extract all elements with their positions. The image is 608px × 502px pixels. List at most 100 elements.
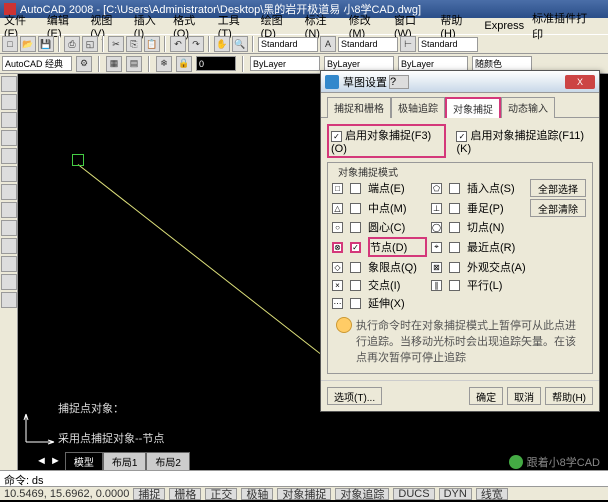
ellipse-tool-icon[interactable] [1, 202, 17, 218]
snap-toggle[interactable]: 捕捉 [133, 488, 165, 500]
grid-toggle[interactable]: 栅格 [169, 488, 201, 500]
spline-tool-icon[interactable] [1, 184, 17, 200]
workspace-combo[interactable]: AutoCAD 经典 [2, 56, 72, 71]
ducs-toggle[interactable]: DUCS [393, 488, 434, 500]
intersect-checkbox[interactable] [350, 280, 361, 291]
text-icon[interactable]: A [320, 36, 336, 52]
intersect-label: 交点(I) [368, 277, 427, 293]
enable-osnap-checkbox[interactable]: ✓ [331, 131, 342, 142]
cut-icon[interactable]: ✂ [108, 36, 124, 52]
center-checkbox[interactable] [350, 222, 361, 233]
intersect-icon: × [332, 280, 343, 291]
linetype-combo[interactable]: ByLayer [324, 56, 394, 71]
node-icon: ⊗ [332, 242, 343, 253]
gear-icon[interactable]: ⚙ [76, 56, 92, 72]
ok-button[interactable]: 确定 [469, 387, 503, 405]
menu-express[interactable]: Express [484, 20, 524, 32]
dyn-toggle[interactable]: DYN [439, 488, 472, 500]
menu-other[interactable]: 标准插件打印 [532, 10, 596, 42]
enable-otrack-checkbox[interactable]: ✓ [456, 131, 467, 142]
polygon-tool-icon[interactable] [1, 112, 17, 128]
undo-icon[interactable]: ↶ [170, 36, 186, 52]
paste-icon[interactable]: 📋 [144, 36, 160, 52]
pline-tool-icon[interactable] [1, 94, 17, 110]
help-button-icon[interactable]: ? [389, 75, 409, 89]
hatch-tool-icon[interactable] [1, 220, 17, 236]
circle-tool-icon[interactable] [1, 166, 17, 182]
node-checkbox[interactable]: ✓ [350, 242, 361, 253]
nearest-checkbox[interactable] [449, 242, 460, 253]
perp-checkbox[interactable] [449, 203, 460, 214]
select-all-button[interactable]: 全部选择 [530, 179, 586, 197]
tablestyle-combo[interactable]: Standard [418, 37, 478, 52]
center-icon: ○ [332, 222, 343, 233]
osnap-modes-label: 对象捕捉模式 [336, 164, 400, 179]
redo-icon[interactable]: ↷ [188, 36, 204, 52]
textstyle-combo[interactable]: Standard [258, 37, 318, 52]
layer-combo[interactable]: 0 [196, 56, 236, 71]
midpoint-checkbox[interactable] [350, 203, 361, 214]
layer-icon[interactable]: ▦ [106, 56, 122, 72]
line-tool-icon[interactable] [1, 76, 17, 92]
text-tool-icon[interactable] [1, 256, 17, 272]
clear-all-button[interactable]: 全部清除 [530, 199, 586, 217]
quadrant-checkbox[interactable] [350, 262, 361, 273]
lightbulb-icon [336, 317, 352, 333]
toolbar-standard: □ 📂 💾 ⎙ ◱ ✂ ⎘ 📋 ↶ ↷ ✋ 🔍 Standard A Stand… [0, 34, 608, 54]
close-icon[interactable]: X [565, 75, 595, 89]
preview-icon[interactable]: ◱ [82, 36, 98, 52]
tangent-label: 切点(N) [467, 219, 526, 235]
menubar[interactable]: 文件(F) 编辑(E) 视图(V) 插入(I) 格式(O) 工具(T) 绘图(D… [0, 18, 608, 34]
command-line[interactable]: 命令: ds [0, 470, 608, 486]
region-tool-icon[interactable] [1, 292, 17, 308]
watermark: 跟着小8学CAD [509, 454, 600, 470]
extension-checkbox[interactable] [350, 298, 361, 309]
options-button[interactable]: 选项(T)... [327, 387, 382, 405]
arc-tool-icon[interactable] [1, 148, 17, 164]
dimstyle-combo[interactable]: Standard [338, 37, 398, 52]
appint-label: 外观交点(A) [467, 259, 526, 275]
drafting-settings-dialog: 草图设置 ? X 捕捉和栅格 极轴追踪 对象捕捉 动态输入 ✓ 启用对象捕捉(F… [320, 70, 600, 412]
tab-layout2[interactable]: 布局2 [146, 452, 190, 471]
tab-model[interactable]: 模型 [65, 452, 103, 471]
insert-checkbox[interactable] [449, 183, 460, 194]
tab-dynamic[interactable]: 动态输入 [501, 97, 555, 118]
layerstate-icon[interactable]: ▤ [126, 56, 142, 72]
ortho-toggle[interactable]: 正交 [205, 488, 237, 500]
lwt-toggle[interactable]: 线宽 [476, 488, 508, 500]
otrack-toggle[interactable]: 对象追踪 [335, 488, 389, 500]
open-icon[interactable]: 📂 [20, 36, 36, 52]
point-tool-icon[interactable] [1, 238, 17, 254]
endpoint-icon: □ [332, 183, 343, 194]
osnap-toggle[interactable]: 对象捕捉 [277, 488, 331, 500]
copy-icon[interactable]: ⎘ [126, 36, 142, 52]
tab-osnap[interactable]: 对象捕捉 [445, 97, 501, 118]
new-icon[interactable]: □ [2, 36, 18, 52]
tip-row: 执行命令时在对象捕捉模式上暂停可从此点进行追踪。当移动光标时会出现追踪矢量。在该… [332, 313, 588, 369]
dialog-titlebar[interactable]: 草图设置 ? X [321, 71, 599, 93]
tab-snap-grid[interactable]: 捕捉和栅格 [327, 97, 391, 118]
endpoint-checkbox[interactable] [350, 183, 361, 194]
rect-tool-icon[interactable] [1, 130, 17, 146]
save-icon[interactable]: 💾 [38, 36, 54, 52]
pan-icon[interactable]: ✋ [214, 36, 230, 52]
freeze-icon[interactable]: ❄ [156, 56, 172, 72]
parallel-checkbox[interactable] [449, 280, 460, 291]
tab-polar[interactable]: 极轴追踪 [391, 97, 445, 118]
print-icon[interactable]: ⎙ [64, 36, 80, 52]
polar-toggle[interactable]: 极轴 [241, 488, 273, 500]
appint-checkbox[interactable] [449, 262, 460, 273]
cancel-button[interactable]: 取消 [507, 387, 541, 405]
lock-icon[interactable]: 🔒 [176, 56, 192, 72]
table-tool-icon[interactable] [1, 274, 17, 290]
plotstyle-combo[interactable]: 随颜色 [472, 56, 532, 71]
help-button[interactable]: 帮助(H) [545, 387, 593, 405]
nearest-label: 最近点(R) [467, 239, 526, 255]
lineweight-combo[interactable]: ByLayer [398, 56, 468, 71]
tab-layout1[interactable]: 布局1 [103, 452, 147, 471]
tangent-checkbox[interactable] [449, 222, 460, 233]
color-combo[interactable]: ByLayer [250, 56, 320, 71]
enable-osnap-label: 启用对象捕捉(F3)(O) [331, 130, 431, 155]
dim-icon[interactable]: ⊢ [400, 36, 416, 52]
zoom-icon[interactable]: 🔍 [232, 36, 248, 52]
